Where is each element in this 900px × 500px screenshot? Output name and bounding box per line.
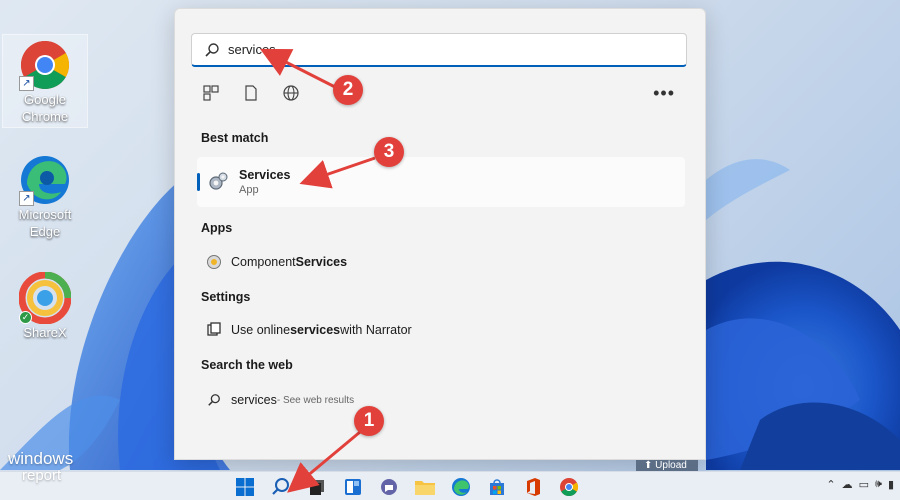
desktop-icon-label: Google xyxy=(24,92,66,107)
apps-filter-icon[interactable] xyxy=(201,83,221,103)
selection-accent xyxy=(197,173,200,191)
result-label-match: services xyxy=(290,323,341,337)
upload-label: Upload xyxy=(655,460,687,471)
narrator-icon xyxy=(205,321,223,339)
component-services-result[interactable]: Component Services xyxy=(205,253,347,271)
battery-icon[interactable]: ▮ xyxy=(888,478,894,491)
onedrive-icon[interactable]: ☁ xyxy=(842,478,853,491)
best-match-subtitle: App xyxy=(239,184,259,196)
narrator-setting-result[interactable]: Use online services with Narrator xyxy=(205,321,412,339)
best-match-heading: Best match xyxy=(201,131,269,145)
desktop-icon-label: Microsoft xyxy=(18,207,72,222)
documents-filter-icon[interactable] xyxy=(241,83,261,103)
step-1-badge: 1 xyxy=(354,406,384,436)
file-explorer-icon[interactable] xyxy=(412,476,438,498)
result-label-prefix: Component xyxy=(231,255,296,269)
edge-icon: ↗ xyxy=(19,154,71,206)
office-icon[interactable] xyxy=(520,476,546,498)
widgets-icon[interactable] xyxy=(340,476,366,498)
windows-report-watermark: windows report xyxy=(8,450,73,484)
chevron-up-icon[interactable]: ⌃ xyxy=(826,478,835,491)
step-2-badge: 2 xyxy=(333,75,363,105)
best-match-services-result[interactable]: Services App xyxy=(197,157,685,207)
chrome-icon[interactable] xyxy=(556,476,582,498)
result-label-match: Services xyxy=(295,255,348,269)
task-view-icon[interactable] xyxy=(304,476,330,498)
desktop-icon-label: ShareX xyxy=(23,325,67,340)
volume-icon[interactable]: 🕪 xyxy=(875,478,882,491)
settings-heading: Settings xyxy=(201,290,251,304)
web-query: services xyxy=(231,393,277,407)
search-icon xyxy=(205,42,219,57)
desktop-icon-label: Chrome xyxy=(21,109,69,124)
apps-heading: Apps xyxy=(201,221,233,235)
watermark-line2: report xyxy=(22,467,62,484)
search-web-heading: Search the web xyxy=(201,358,293,372)
best-match-title: Services xyxy=(239,168,291,182)
upload-badge: ⬆ Upload xyxy=(636,460,698,471)
display-icon[interactable]: ▭ xyxy=(859,478,869,491)
chrome-icon: ↗ xyxy=(19,39,71,91)
web-search-result[interactable]: services - See web results xyxy=(205,391,354,409)
desktop-icon-edge[interactable]: ↗ Microsoft Edge xyxy=(2,150,88,244)
edge-icon[interactable] xyxy=(448,476,474,498)
search-icon[interactable] xyxy=(268,476,294,498)
step-3-badge: 3 xyxy=(374,137,404,167)
web-filter-icon[interactable] xyxy=(281,83,301,103)
component-services-icon xyxy=(205,253,223,271)
desktop-icon-sharex[interactable]: ✓ ShareX xyxy=(2,268,88,344)
see-web-results-hint: - See web results xyxy=(276,394,355,406)
start-search-panel: ••• Best match Services App Apps Compone… xyxy=(174,8,706,460)
teams-chat-icon[interactable] xyxy=(376,476,402,498)
desktop-icon-chrome[interactable]: ↗ Google Chrome xyxy=(2,34,88,128)
search-icon xyxy=(205,391,223,409)
result-label-suffix: with Narrator xyxy=(340,323,412,337)
desktop-icon-label: Edge xyxy=(29,224,61,239)
search-filter-row xyxy=(201,83,301,103)
system-tray: ⌃ ☁ ▭ 🕪 ▮ xyxy=(826,478,894,491)
more-options-button[interactable]: ••• xyxy=(653,83,675,104)
shortcut-arrow-icon: ↗ xyxy=(19,76,34,91)
upload-arrow-icon: ⬆ xyxy=(644,460,653,471)
sync-check-icon: ✓ xyxy=(19,311,32,324)
windows-start-icon[interactable] xyxy=(232,476,258,498)
store-icon[interactable] xyxy=(484,476,510,498)
search-input[interactable] xyxy=(228,42,668,57)
watermark-line1: windows xyxy=(8,449,74,468)
services-gear-icon xyxy=(209,172,228,190)
result-label-prefix: Use online xyxy=(231,323,291,337)
search-box[interactable] xyxy=(191,33,687,67)
shortcut-arrow-icon: ↗ xyxy=(19,191,34,206)
taskbar: ⌃ ☁ ▭ 🕪 ▮ xyxy=(0,471,900,500)
sharex-icon: ✓ xyxy=(18,271,72,325)
